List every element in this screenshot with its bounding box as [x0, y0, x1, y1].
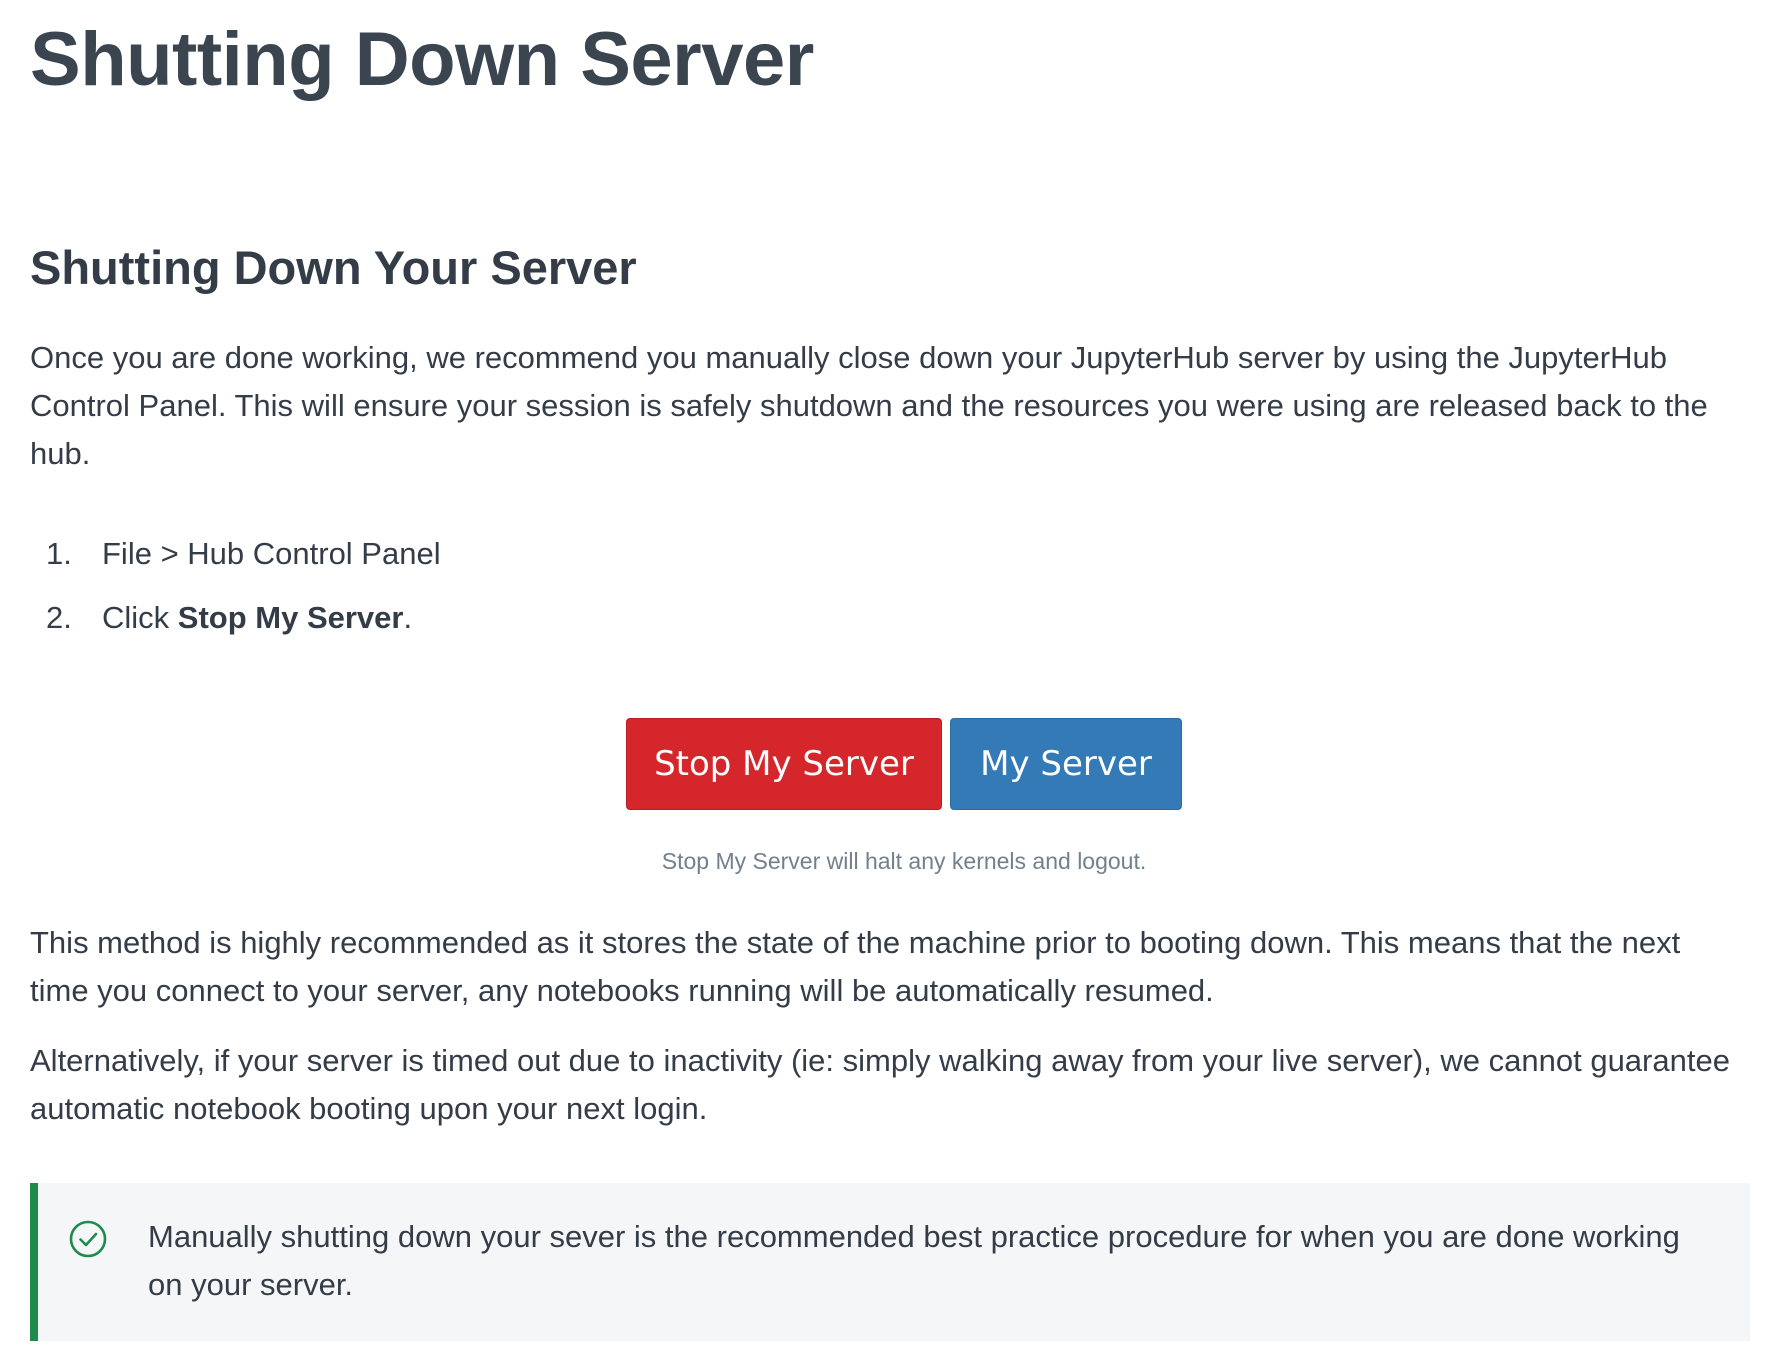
check-circle-icon: [69, 1220, 107, 1258]
step-prefix: Click: [102, 600, 178, 635]
control-panel-figure: Stop My Server My Server Stop My Server …: [30, 718, 1740, 875]
step-suffix: .: [403, 600, 413, 635]
callout-text: Manually shutting down your sever is the…: [148, 1219, 1680, 1302]
step-text: Click Stop My Server.: [102, 594, 412, 642]
intro-paragraph: Once you are done working, we recommend …: [30, 340, 1708, 471]
my-server-button[interactable]: My Server: [950, 718, 1182, 810]
method-paragraph: This method is highly recommended as it …: [30, 925, 1681, 1008]
steps-list: 1. File > Hub Control Panel 2. Click Sto…: [30, 530, 1750, 642]
tip-callout: Manually shutting down your sever is the…: [30, 1183, 1750, 1341]
figure-caption: Stop My Server will halt any kernels and…: [661, 848, 1147, 874]
stop-my-server-button[interactable]: Stop My Server: [626, 718, 942, 810]
step-text: File > Hub Control Panel: [102, 536, 441, 571]
list-item: 2. Click Stop My Server.: [30, 594, 1750, 642]
step-bold-text: Stop My Server: [177, 600, 404, 635]
section-heading: Shutting Down Your Server: [30, 241, 637, 294]
list-item: 1. File > Hub Control Panel: [30, 530, 1750, 578]
button-row: Stop My Server My Server: [626, 718, 1182, 810]
document-page: Shutting Down Server Shutting Down Your …: [0, 0, 1750, 1341]
step-number: 1.: [46, 536, 72, 571]
step-number: 2.: [46, 600, 72, 635]
alternative-paragraph: Alternatively, if your server is timed o…: [30, 1043, 1730, 1126]
page-title: Shutting Down Server: [30, 17, 814, 102]
